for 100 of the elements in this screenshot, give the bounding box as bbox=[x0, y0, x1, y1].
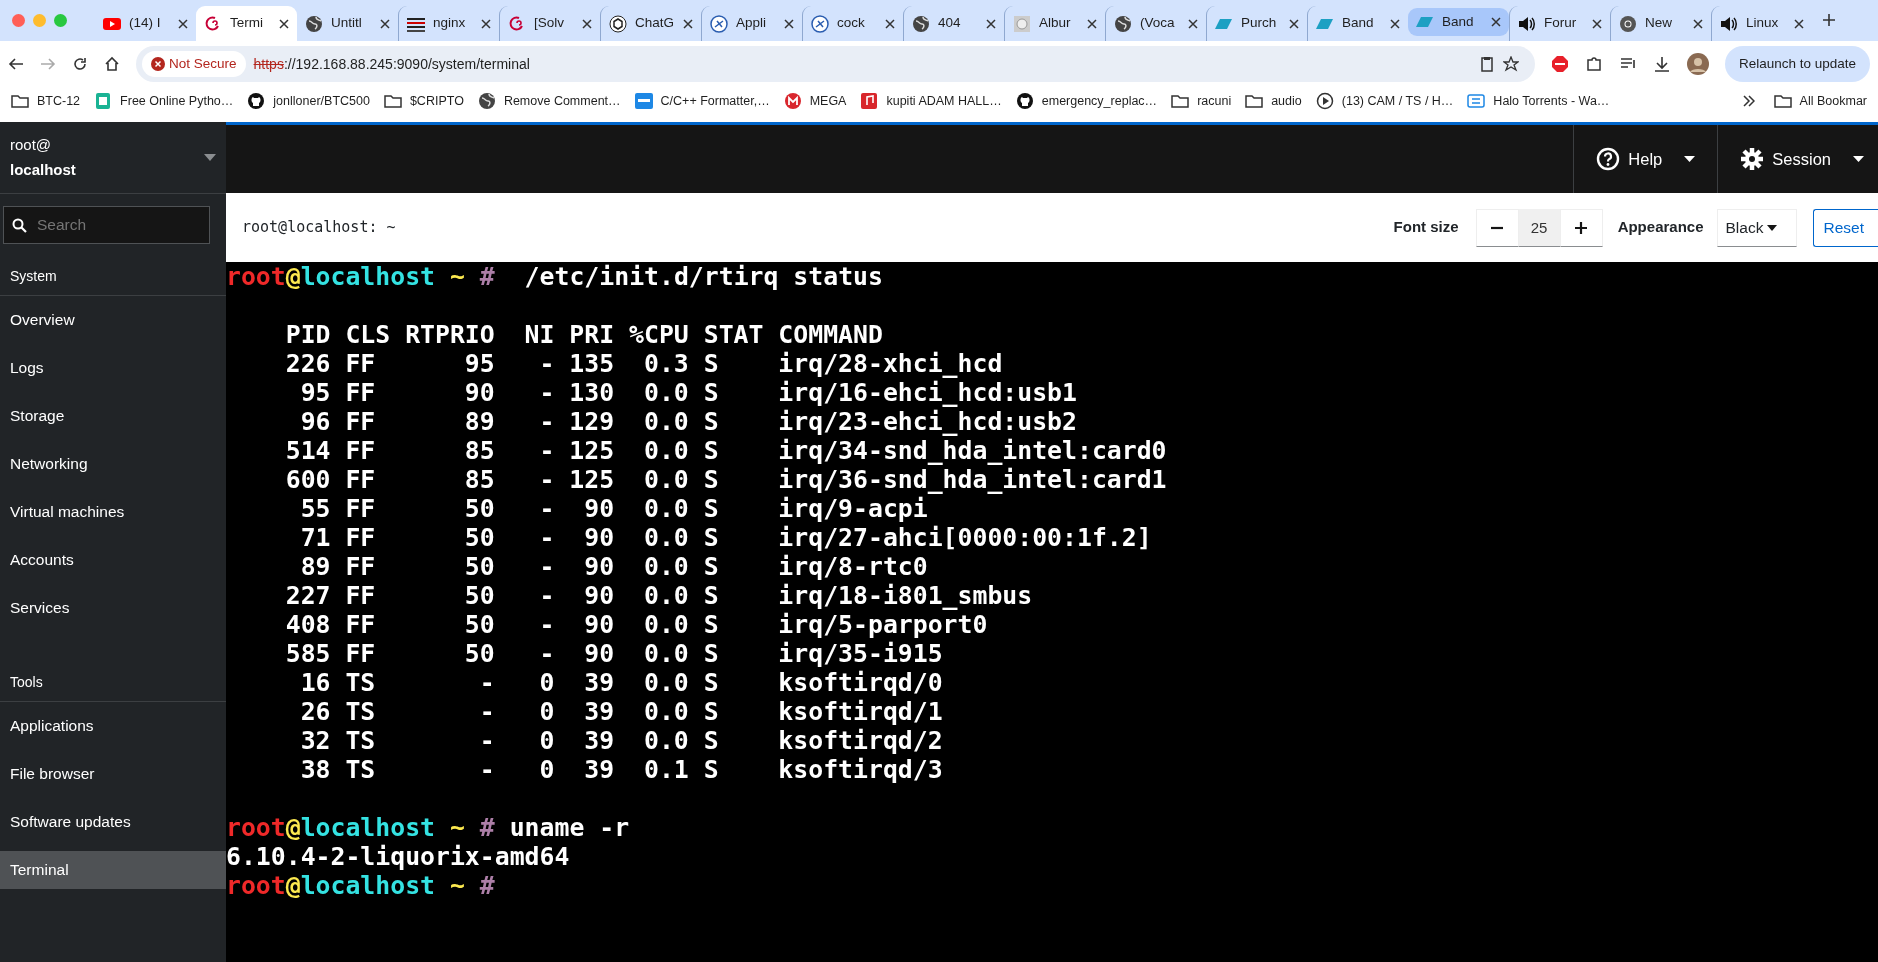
decrease-font-button[interactable] bbox=[1475, 208, 1519, 247]
close-icon[interactable] bbox=[1794, 18, 1804, 29]
close-icon[interactable] bbox=[279, 18, 289, 29]
bookmark[interactable]: jonlloner/BTC500 bbox=[242, 91, 375, 111]
home-icon[interactable] bbox=[104, 56, 120, 72]
appearance-select[interactable]: Black bbox=[1716, 208, 1797, 247]
folder-icon bbox=[1171, 92, 1190, 110]
download-icon[interactable] bbox=[1652, 55, 1671, 73]
caret-icon bbox=[1853, 155, 1864, 163]
terminal-prompt: root@localhost ~ # bbox=[226, 871, 495, 900]
nav-item[interactable]: Networking bbox=[0, 440, 226, 488]
terminal-output-line: 55 FF 50 - 90 0.0 S irq/9-acpi bbox=[299, 494, 928, 523]
swirl-icon bbox=[508, 14, 526, 33]
swirl-icon bbox=[204, 14, 222, 33]
increase-font-button[interactable] bbox=[1559, 208, 1603, 247]
bookmark[interactable]: All Bookmar bbox=[1768, 91, 1872, 111]
terminal-output-line: 585 FF 50 - 90 0.0 S irq/35-i915 bbox=[284, 639, 943, 668]
terminal-output-line: 89 FF 50 - 90 0.0 S irq/8-rtc0 bbox=[299, 552, 928, 581]
bookmark[interactable]: emergency_replac… bbox=[1010, 91, 1163, 111]
nav-item[interactable]: Services bbox=[0, 584, 226, 632]
stop-sign-icon[interactable] bbox=[1550, 55, 1569, 73]
gear-icon bbox=[1740, 147, 1765, 171]
close-icon[interactable] bbox=[1188, 18, 1198, 29]
terminal-prompt: root@localhost ~ # uname -r bbox=[226, 813, 630, 842]
close-icon[interactable] bbox=[683, 18, 693, 29]
close-icon[interactable] bbox=[1087, 18, 1097, 29]
close-icon[interactable] bbox=[986, 18, 996, 29]
reload-icon[interactable] bbox=[72, 56, 88, 72]
folder-icon bbox=[1245, 92, 1264, 110]
globe-icon bbox=[912, 14, 930, 33]
browser-tab[interactable]: Termi bbox=[196, 6, 297, 41]
bookmark[interactable]: C/C++ Formatter,… bbox=[629, 91, 775, 111]
nav-item[interactable]: Virtual machines bbox=[0, 488, 226, 536]
terminal-prompt: root@localhost ~ # /etc/init.d/rtirq status bbox=[226, 262, 883, 291]
address-bar[interactable]: Not Secure https://192.168.88.245:9090/system/terminal bbox=[136, 46, 1535, 82]
caret-icon bbox=[204, 153, 216, 162]
speaker-icon bbox=[1720, 14, 1738, 33]
terminal-output-line: 226 FF 95 - 135 0.3 S irq/28-xhci_hcd bbox=[284, 349, 1003, 378]
close-icon[interactable] bbox=[380, 18, 390, 29]
close-icon[interactable] bbox=[1390, 18, 1400, 29]
close-icon[interactable] bbox=[1289, 18, 1299, 29]
font-size-label: Font size bbox=[1393, 217, 1459, 238]
font-size-value: 25 bbox=[1518, 208, 1560, 247]
bookmark[interactable]: Free Online Pytho… bbox=[89, 91, 239, 111]
bookmark[interactable]: $CRIPTO bbox=[378, 91, 469, 111]
bookmark[interactable]: racuni bbox=[1166, 91, 1237, 111]
nav-item[interactable]: Logs bbox=[0, 344, 226, 392]
bookmark[interactable]: (13) CAM / TS / H… bbox=[1310, 91, 1459, 111]
chevrons-icon[interactable] bbox=[1742, 95, 1755, 107]
tv-icon bbox=[1467, 92, 1486, 110]
nav-item[interactable]: Storage bbox=[0, 392, 226, 440]
cat-icon bbox=[247, 92, 266, 110]
folder-icon bbox=[383, 92, 402, 110]
caret-icon bbox=[1767, 224, 1778, 231]
terminal-output-line: 71 FF 50 - 90 0.0 S irq/27-ahci[0000:00:1f.2] bbox=[299, 523, 1152, 552]
close-icon[interactable] bbox=[481, 18, 491, 29]
bookmark[interactable]: Remove Comment… bbox=[472, 91, 626, 111]
cat-icon bbox=[1015, 92, 1034, 110]
back-icon[interactable] bbox=[8, 56, 24, 72]
nav-item[interactable]: File browser bbox=[0, 750, 226, 798]
clipboard-icon[interactable] bbox=[1478, 56, 1495, 72]
nav-item[interactable]: Accounts bbox=[0, 536, 226, 584]
appearance-label: Appearance bbox=[1617, 217, 1704, 238]
bookmark[interactable]: kupiti ADAM HALL… bbox=[855, 91, 1007, 111]
host-text: localhost bbox=[10, 159, 76, 180]
terminal-output-line: 95 FF 90 - 130 0.0 S irq/16-ehci_hcd:usb1 bbox=[299, 378, 1077, 407]
close-icon[interactable] bbox=[582, 18, 592, 29]
bookmark[interactable]: MEGA bbox=[778, 91, 852, 111]
nav-item[interactable]: Overview bbox=[0, 296, 226, 344]
close-icon[interactable] bbox=[784, 18, 794, 29]
relaunch-button[interactable]: Relaunch to update bbox=[1724, 45, 1870, 83]
search-field[interactable]: Search bbox=[3, 206, 210, 244]
bookmark[interactable]: Halo Torrents - Wa… bbox=[1462, 91, 1615, 111]
new-tab-icon[interactable] bbox=[1822, 13, 1836, 27]
nav-item[interactable]: Software updates bbox=[0, 798, 226, 846]
search-icon bbox=[12, 218, 27, 233]
speaker-icon bbox=[1518, 14, 1536, 33]
terminal-output-line: 96 FF 89 - 129 0.0 S irq/23-ehci_hcd:usb2 bbox=[299, 407, 1077, 436]
close-icon[interactable] bbox=[178, 18, 188, 29]
close-icon[interactable] bbox=[1491, 17, 1501, 27]
browser-tab[interactable]: Untitl bbox=[297, 6, 398, 41]
bookmark[interactable]: audio bbox=[1240, 91, 1307, 111]
close-icon[interactable] bbox=[1693, 18, 1703, 29]
close-icon[interactable] bbox=[1592, 18, 1602, 29]
bookmark[interactable]: BTC-12 bbox=[6, 91, 86, 111]
security-chip[interactable]: Not Secure bbox=[142, 50, 246, 78]
star-icon[interactable] bbox=[1502, 56, 1519, 72]
avatar-icon[interactable] bbox=[1686, 53, 1709, 75]
browser-tab[interactable]: (14) I bbox=[95, 6, 196, 41]
terminal-output-line: 6.10.4-2-liquorix-amd64 bbox=[226, 842, 570, 871]
reset-button[interactable]: Reset bbox=[1812, 208, 1878, 247]
nav-item[interactable]: Applications bbox=[0, 702, 226, 750]
caret-icon bbox=[1684, 155, 1696, 163]
nav-item[interactable]: Terminal bbox=[0, 851, 226, 889]
play-circle-icon bbox=[1315, 92, 1334, 110]
globe-icon bbox=[1114, 14, 1132, 33]
browser-tab[interactable]: Band bbox=[1408, 8, 1509, 36]
close-icon[interactable] bbox=[885, 18, 895, 29]
globe-icon bbox=[477, 92, 496, 110]
globe-icon bbox=[305, 14, 323, 33]
